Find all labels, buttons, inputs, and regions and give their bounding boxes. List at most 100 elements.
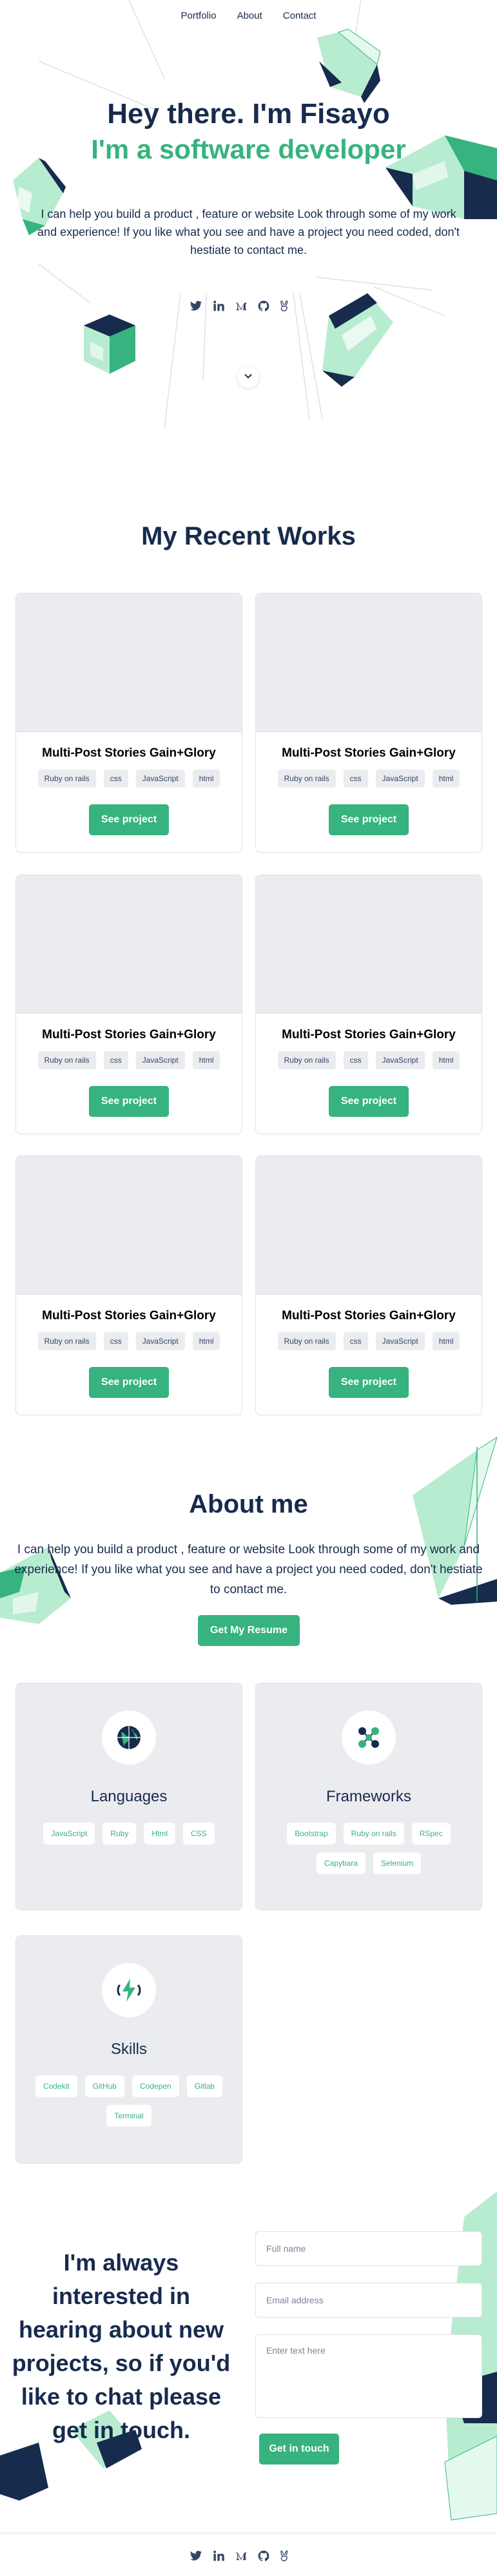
skill-chips: Codekit GitHub Codepen Gitlab Terminal (25, 2075, 233, 2127)
project-tag: JavaScript (135, 1051, 185, 1069)
project-title: Multi-Post Stories Gain+Glory (282, 746, 456, 760)
see-project-button[interactable]: See project (89, 804, 169, 835)
email-field[interactable] (255, 2283, 482, 2318)
skill-chip: Ruby (102, 1823, 137, 1845)
main-nav: Portfolio About Contact (0, 10, 497, 21)
project-image (256, 594, 482, 732)
skill-chip: CSS (183, 1823, 215, 1845)
skill-chip: GitHub (84, 2075, 124, 2097)
skill-chip: JavaScript (43, 1823, 95, 1845)
skill-chip: RSpec (411, 1823, 451, 1845)
chevron-down-icon (244, 371, 253, 383)
github-icon[interactable] (257, 300, 270, 313)
nav-contact-link[interactable]: Contact (283, 10, 317, 21)
hero-title: Hey there. I'm Fisayo (107, 98, 390, 130)
lightning-icon (102, 1963, 156, 2017)
project-tag: JavaScript (135, 770, 185, 788)
skill-chip: Codepen (132, 2075, 179, 2097)
contact-text: I'm always interested in hearing about n… (12, 2249, 231, 2443)
get-in-touch-button[interactable]: Get in touch (259, 2434, 339, 2465)
skill-chip: Capybara (316, 1852, 365, 1874)
project-tag: html (192, 770, 220, 788)
project-image (16, 594, 242, 732)
project-tag: html (192, 1332, 220, 1350)
linkedin-icon[interactable] (212, 300, 225, 313)
project-card: Multi-Post Stories Gain+Glory Ruby on rai… (15, 1156, 242, 1415)
skill-card: Skills Codekit GitHub Codepen Gitlab Terminal (15, 1935, 242, 2164)
project-tags: Ruby on rails css JavaScript html (256, 1051, 482, 1069)
twitter-icon[interactable] (189, 300, 203, 313)
project-tag: css (103, 1332, 128, 1350)
project-card: Multi-Post Stories Gain+Glory Ruby on rai… (255, 1156, 482, 1415)
project-tag: Ruby on rails (277, 1332, 336, 1350)
hero-description: I can help you build a product , feature… (37, 208, 460, 257)
project-tag: css (343, 1051, 368, 1069)
footer-social-links (189, 2550, 289, 2562)
twitter-icon[interactable] (189, 2550, 203, 2562)
see-project-button[interactable]: See project (329, 1086, 409, 1117)
project-tag: html (432, 1332, 460, 1350)
skill-card: Languages JavaScript Ruby Html CSS (15, 1683, 242, 1910)
project-tag: css (343, 1332, 368, 1350)
see-project-button[interactable]: See project (329, 1367, 409, 1398)
skill-title: Frameworks (326, 1788, 411, 1805)
about-title: About me (189, 1490, 308, 1518)
project-tags: Ruby on rails css JavaScript html (256, 1332, 482, 1350)
skill-title: Languages (90, 1788, 168, 1805)
github-icon[interactable] (257, 2550, 270, 2562)
skill-chips: Bootstrap Ruby on rails RSpec Capybara Selen… (265, 1823, 473, 1874)
project-image (16, 1156, 242, 1295)
skill-card: Frameworks Bootstrap Ruby on rails RSpec Cap… (255, 1683, 482, 1910)
message-field[interactable] (255, 2334, 482, 2418)
nav-portfolio-link[interactable]: Portfolio (181, 10, 217, 21)
project-tags: Ruby on rails css JavaScript html (16, 1051, 242, 1069)
project-tag: css (103, 1051, 128, 1069)
skill-title: Skills (110, 2040, 147, 2058)
project-title: Multi-Post Stories Gain+Glory (282, 1028, 456, 1041)
project-tag: JavaScript (375, 1051, 425, 1069)
hero-subtitle: I'm a software developer (91, 134, 406, 164)
project-tags: Ruby on rails css JavaScript html (16, 770, 242, 788)
project-card: Multi-Post Stories Gain+Glory Ruby on rai… (255, 875, 482, 1134)
project-tag: Ruby on rails (277, 1051, 336, 1069)
skill-chip: Gitlab (186, 2075, 223, 2097)
skill-chip: Html (144, 1823, 176, 1845)
project-tags: Ruby on rails css JavaScript html (256, 770, 482, 788)
project-image (256, 875, 482, 1014)
skill-chip: Ruby on rails (343, 1823, 404, 1845)
project-tags: Ruby on rails css JavaScript html (16, 1332, 242, 1350)
angellist-icon[interactable] (279, 2550, 289, 2562)
project-tag: css (343, 770, 368, 788)
angellist-icon[interactable] (279, 300, 289, 313)
get-resume-button[interactable]: Get My Resume (198, 1615, 300, 1646)
skill-chip: Codekit (35, 2075, 77, 2097)
project-tag: Ruby on rails (37, 770, 96, 788)
skill-chip: Bootstrap (287, 1823, 336, 1845)
nav-about-link[interactable]: About (237, 10, 262, 21)
scroll-down-button[interactable] (237, 366, 259, 388)
project-tag: JavaScript (135, 1332, 185, 1350)
project-tag: html (432, 1051, 460, 1069)
project-image (256, 1156, 482, 1295)
project-title: Multi-Post Stories Gain+Glory (42, 746, 216, 760)
project-title: Multi-Post Stories Gain+Glory (282, 1309, 456, 1322)
hero-social-links (189, 300, 289, 313)
medium-icon[interactable] (234, 300, 248, 313)
project-tag: Ruby on rails (37, 1332, 96, 1350)
skill-chip: Selenium (373, 1852, 422, 1874)
project-card: Multi-Post Stories Gain+Glory Ruby on rai… (15, 875, 242, 1134)
project-tag: JavaScript (375, 1332, 425, 1350)
see-project-button[interactable]: See project (89, 1367, 169, 1398)
project-image (16, 875, 242, 1014)
see-project-button[interactable]: See project (89, 1086, 169, 1117)
project-card: Multi-Post Stories Gain+Glory Ruby on rai… (255, 593, 482, 853)
full-name-field[interactable] (255, 2231, 482, 2266)
skill-chip: Terminal (106, 2105, 151, 2127)
project-title: Multi-Post Stories Gain+Glory (42, 1028, 216, 1041)
project-card: Multi-Post Stories Gain+Glory Ruby on rai… (15, 593, 242, 853)
project-tag: css (103, 770, 128, 788)
medium-icon[interactable] (234, 2550, 248, 2562)
see-project-button[interactable]: See project (329, 804, 409, 835)
linkedin-icon[interactable] (212, 2550, 225, 2562)
project-title: Multi-Post Stories Gain+Glory (42, 1309, 216, 1322)
